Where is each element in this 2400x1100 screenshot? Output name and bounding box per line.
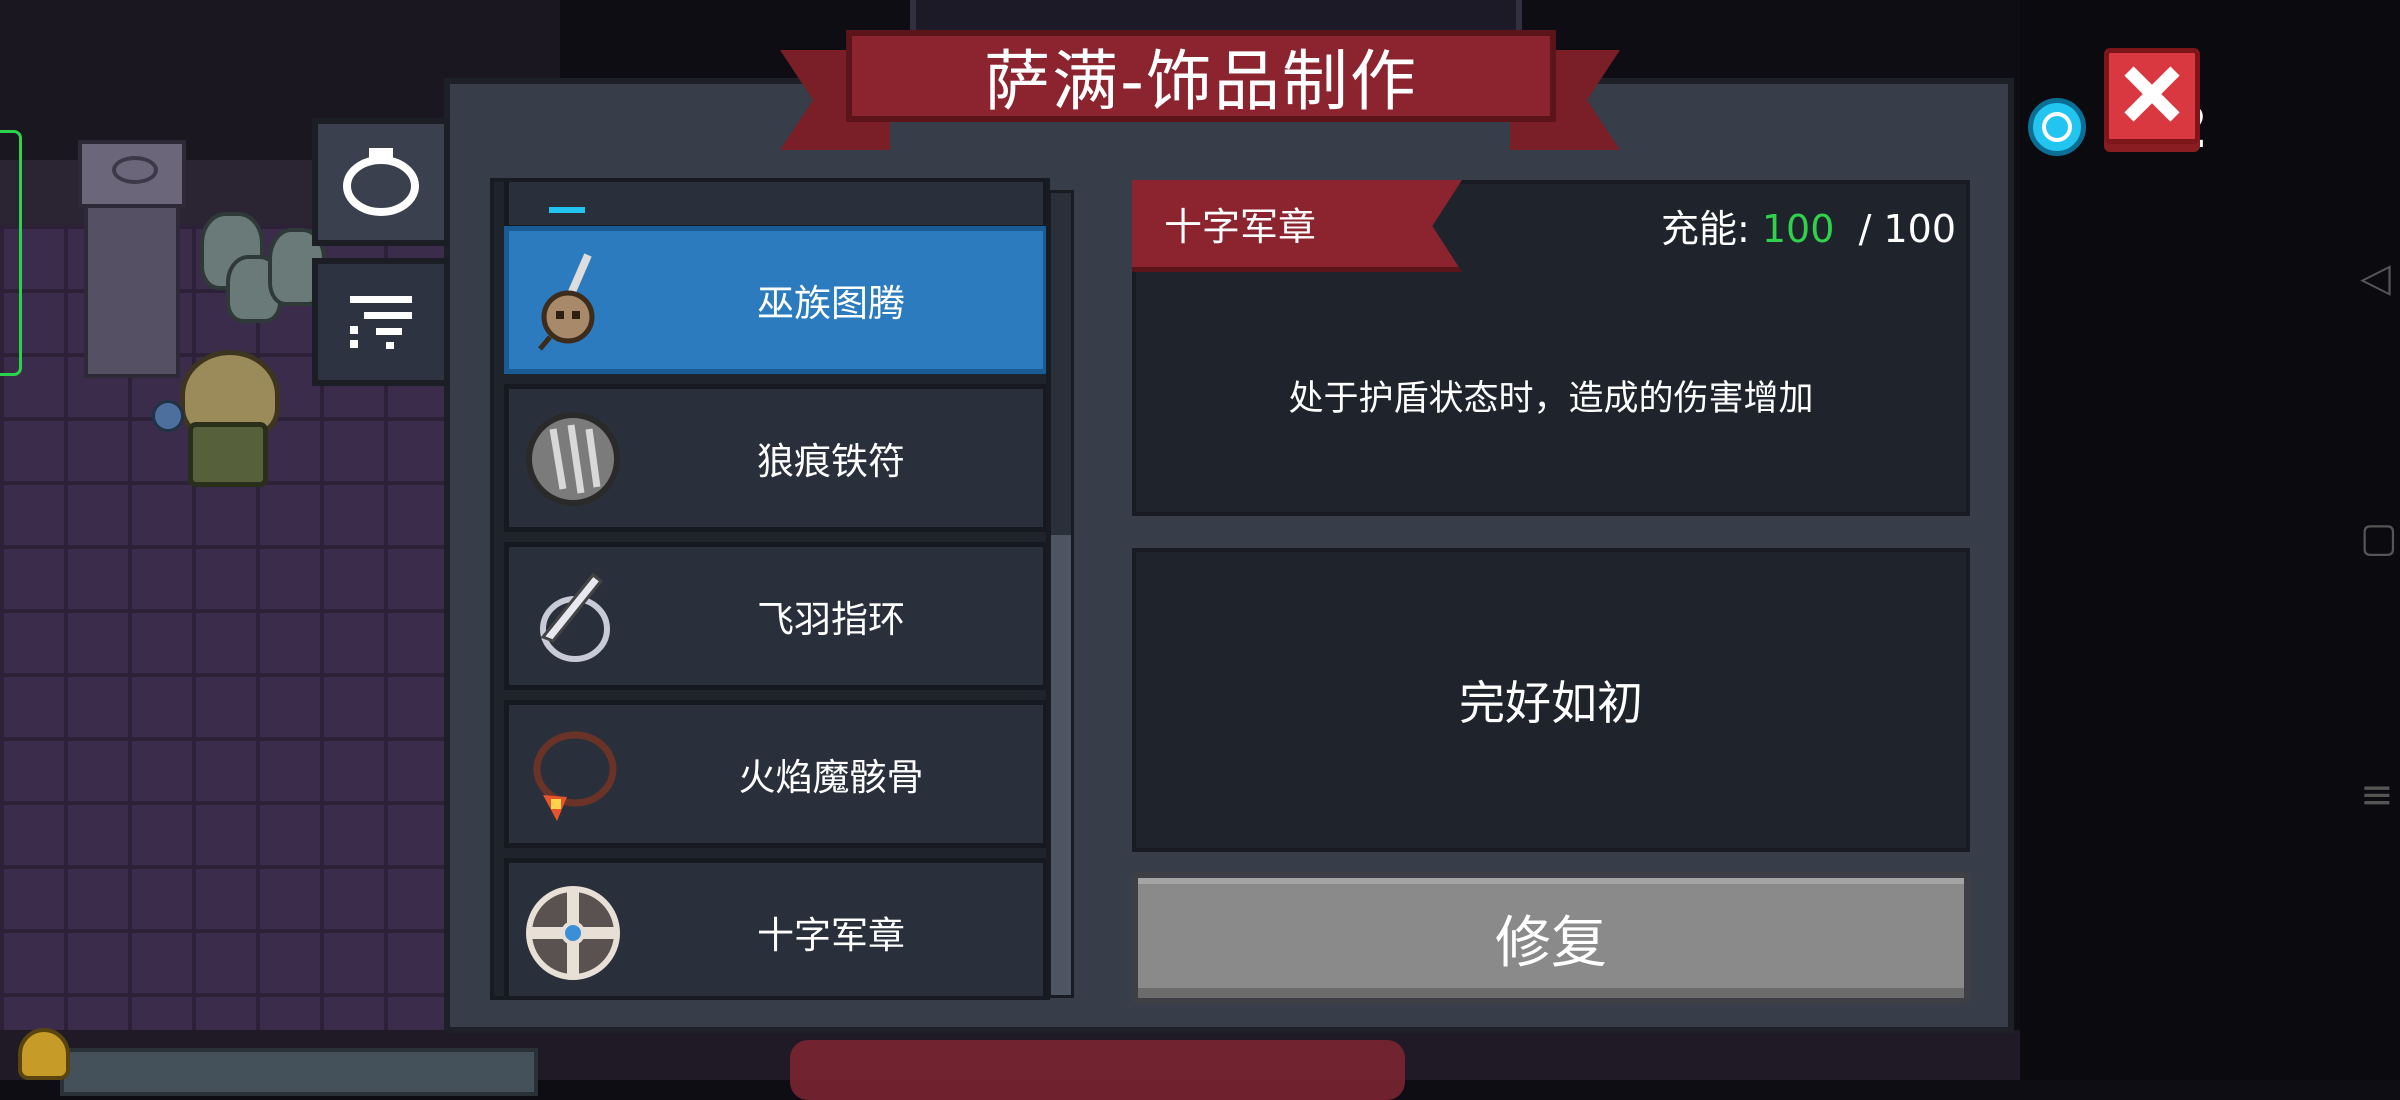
page-title: 萨满-饰品制作 bbox=[846, 30, 1556, 122]
item-state-text: 完好如初 bbox=[1459, 676, 1643, 730]
tab-filter[interactable] bbox=[312, 258, 450, 386]
ring-icon bbox=[339, 138, 423, 226]
close-button[interactable] bbox=[2104, 48, 2200, 144]
partial-item-icon bbox=[549, 207, 585, 213]
totem-icon bbox=[523, 251, 623, 351]
list-item[interactable]: 狼痕铁符 bbox=[504, 384, 1046, 532]
charge-max: / 100 bbox=[1858, 207, 1956, 251]
cross-badge-icon bbox=[523, 883, 623, 983]
list-item[interactable]: 火焰魔骸骨 bbox=[504, 700, 1046, 848]
item-name: 巫族图腾 bbox=[757, 282, 905, 325]
list-scrollbar-thumb[interactable] bbox=[1051, 535, 1071, 995]
claw-medal-icon bbox=[523, 409, 623, 509]
character-body bbox=[188, 422, 268, 487]
repair-button-label: 修复 bbox=[1495, 910, 1607, 976]
feather-ring-icon bbox=[523, 567, 623, 667]
background-bottom-banner bbox=[790, 1040, 1405, 1100]
player-character bbox=[152, 350, 280, 487]
charge-display: 充能: 100 / 100 bbox=[1661, 198, 1956, 253]
nav-menu-icon[interactable]: ≡ bbox=[2360, 775, 2394, 815]
nav-home-icon[interactable]: ▢ bbox=[2360, 518, 2398, 558]
item-name: 火焰魔骸骨 bbox=[738, 756, 924, 799]
close-icon bbox=[2121, 63, 2183, 129]
item-name: 十字军章 bbox=[757, 914, 905, 957]
item-detail-name: 十字军章 bbox=[1164, 205, 1317, 249]
item-state: 完好如初 bbox=[1132, 548, 1970, 852]
background-door-frame bbox=[0, 130, 22, 376]
background-right-area bbox=[2020, 0, 2400, 1080]
item-name: 飞羽指环 bbox=[757, 598, 905, 641]
item-list[interactable]: 巫族图腾 狼痕铁符 飞羽指环 火焰魔骸骨 十字军章 bbox=[490, 178, 1050, 1000]
list-item-partial[interactable] bbox=[504, 182, 1046, 230]
tab-accessories[interactable] bbox=[312, 118, 450, 246]
nav-back-icon[interactable]: ◁ bbox=[2360, 258, 2391, 298]
bone-necklace-icon bbox=[523, 725, 623, 825]
charge-label: 充能: bbox=[1660, 207, 1750, 251]
item-name: 狼痕铁符 bbox=[757, 440, 905, 483]
list-item[interactable]: 飞羽指环 bbox=[504, 542, 1046, 690]
bell-icon bbox=[18, 1028, 70, 1080]
charge-current: 100 bbox=[1761, 207, 1835, 251]
list-item[interactable]: 巫族图腾 bbox=[504, 226, 1046, 374]
gem-icon bbox=[2028, 98, 2086, 156]
eye-carving-icon bbox=[112, 156, 158, 184]
list-item[interactable]: 十字军章 bbox=[504, 858, 1046, 996]
filter-icon bbox=[346, 290, 416, 354]
repair-button[interactable]: 修复 bbox=[1132, 872, 1970, 1004]
character-orb bbox=[152, 400, 184, 432]
background-bottom-bar bbox=[60, 1048, 538, 1096]
item-description: 处于护盾状态时，造成的伤害增加 bbox=[1288, 379, 1814, 419]
